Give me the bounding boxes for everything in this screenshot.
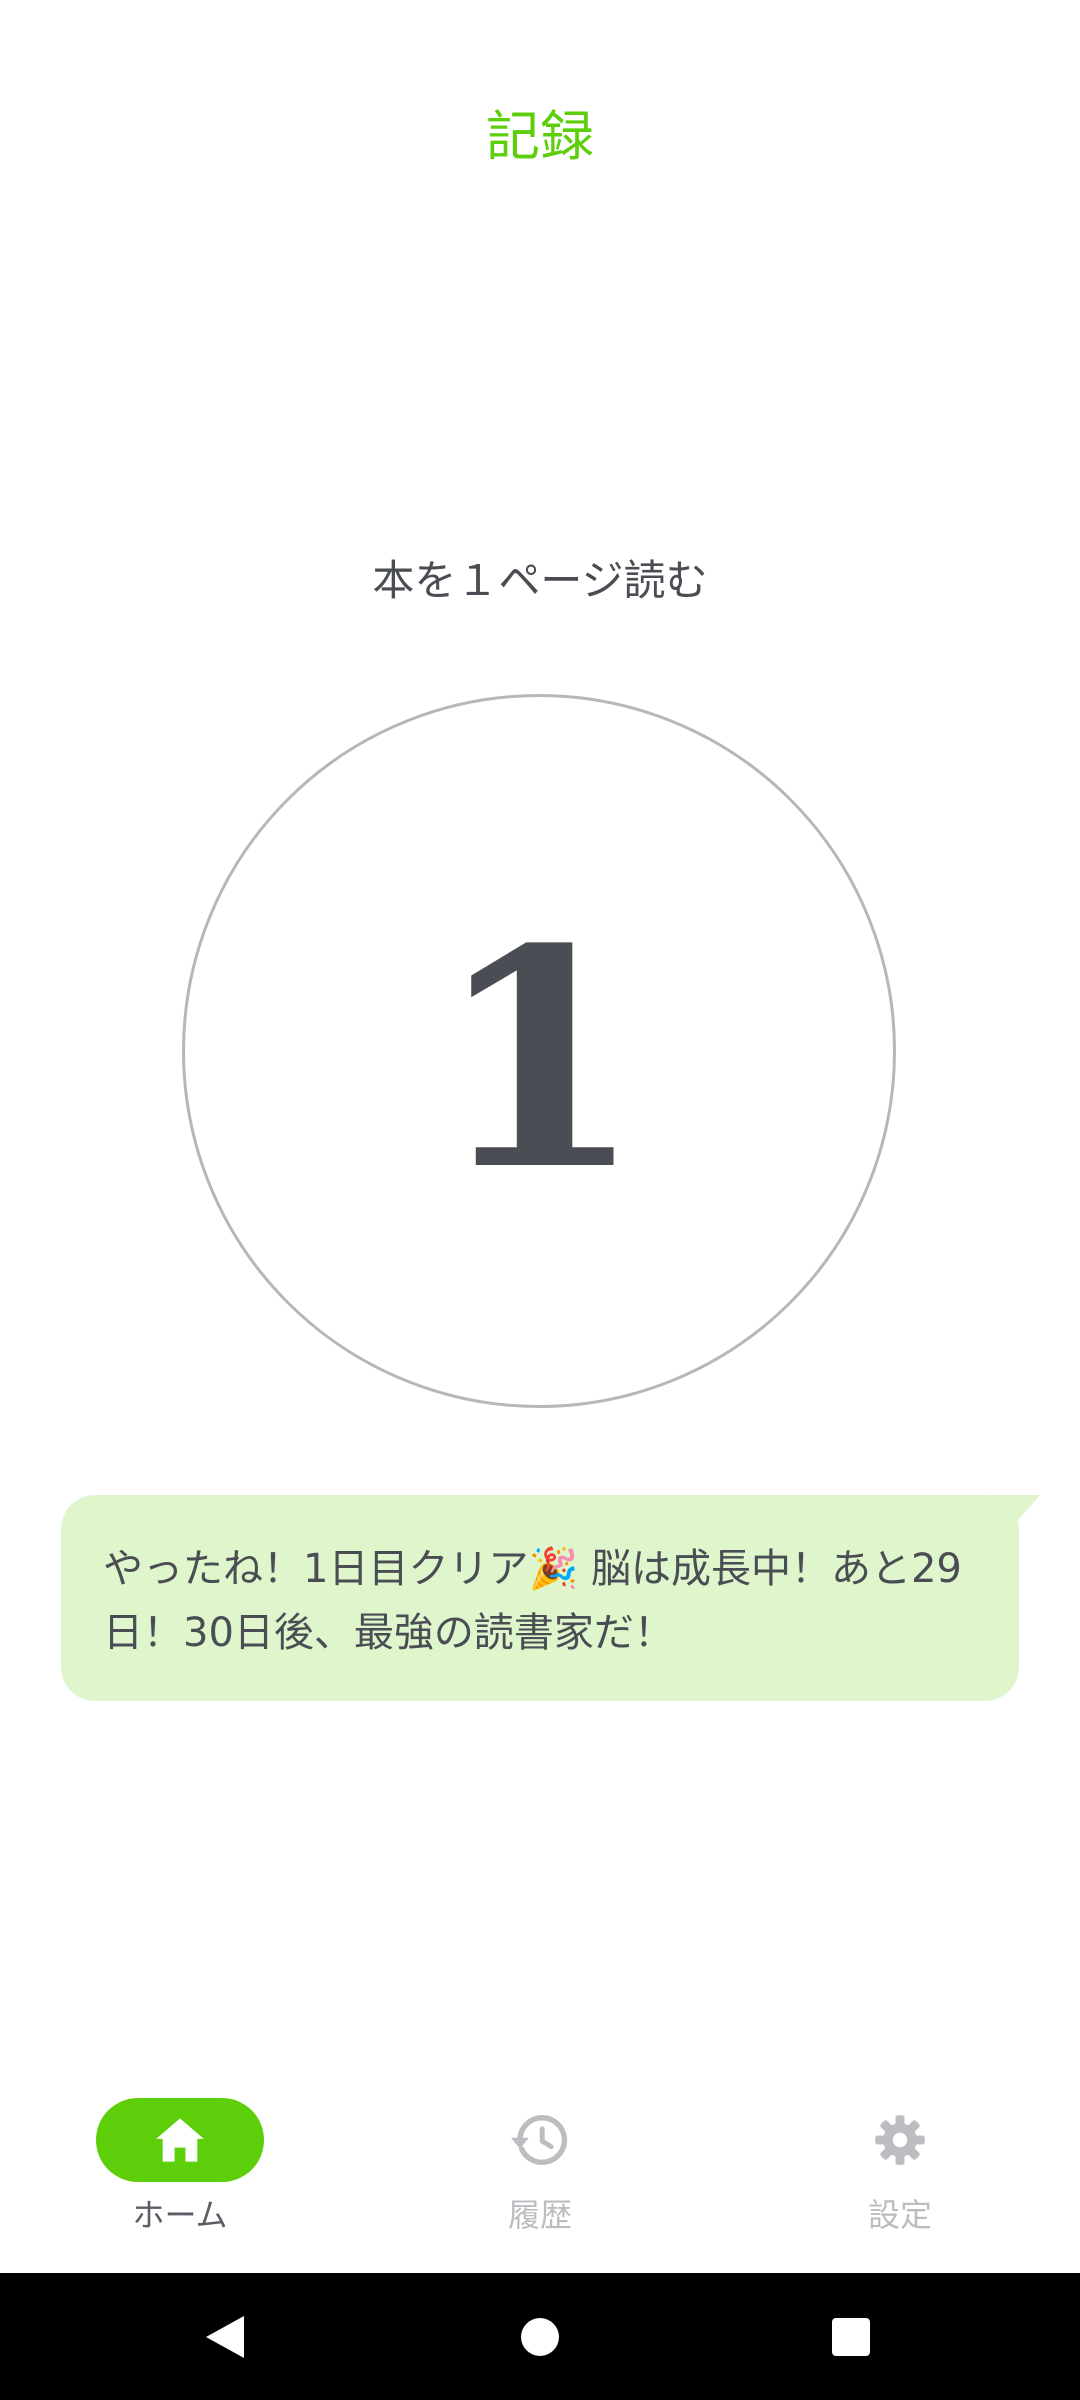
home-icon [156,2118,204,2162]
nav-home-indicator [96,2098,264,2182]
home-circle-icon [521,2317,559,2356]
nav-settings-indicator [816,2098,984,2182]
nav-item-history[interactable]: 履歴 [420,2098,660,2248]
nav-settings-label: 設定 [867,2196,932,2234]
system-navigation-bar [0,2273,1080,2400]
nav-home-label: ホーム [132,2196,228,2234]
nav-history-indicator [456,2098,624,2182]
recents-square-icon [832,2317,870,2356]
task-label: 本を１ページ読む [372,556,708,605]
system-back-button[interactable] [165,2273,285,2400]
encouragement-message-bubble: やったね！1日目クリア🎉 脳は成長中！あと29日！30日後、最強の読書家だ！ [61,1495,1019,1701]
system-recents-button[interactable] [791,2273,911,2400]
nav-item-home[interactable]: ホーム [60,2098,300,2248]
gear-icon [875,2115,925,2165]
record-counter-button[interactable]: 1 [182,694,896,1408]
system-home-button[interactable] [480,2273,600,2400]
back-triangle-icon [206,2315,244,2358]
counter-value: 1 [434,883,644,1236]
bottom-navigation: ホーム 履歴 設定 [0,2060,1080,2273]
nav-item-settings[interactable]: 設定 [780,2098,1020,2248]
page-title: 記録 [486,105,594,168]
nav-history-label: 履歴 [507,2196,572,2234]
history-icon [511,2115,568,2165]
record-screen: 記録 本を１ページ読む 1 やったね！1日目クリア🎉 脳は成長中！あと29日！3… [0,0,1080,2400]
encouragement-message-text: やったね！1日目クリア🎉 脳は成長中！あと29日！30日後、最強の読書家だ！ [103,1546,962,1656]
